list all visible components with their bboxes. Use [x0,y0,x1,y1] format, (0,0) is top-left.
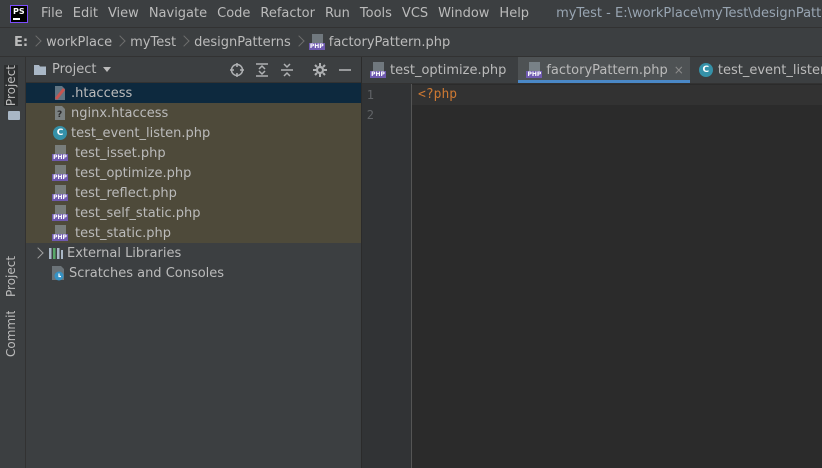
htaccess-icon [54,86,66,100]
php-file-icon: PHP [52,205,68,221]
tree-file-row[interactable]: ? nginx.htaccess [26,103,361,123]
tree-file-label: nginx.htaccess [71,105,169,121]
breadcrumb-drive[interactable]: E: [14,35,28,50]
project-panel-title[interactable]: Project [52,62,96,77]
menu-refactor[interactable]: Refactor [255,0,320,27]
code-line[interactable]: <?php [418,87,457,102]
project-panel-header: Project [26,57,361,83]
tab-factory-pattern[interactable]: PHP factoryPattern.php × [518,57,690,83]
tree-file-row[interactable]: PHP test_optimize.php [26,163,361,183]
breadcrumb-designpatterns[interactable]: designPatterns [194,35,291,50]
tree-file-row[interactable]: PHP test_reflect.php [26,183,361,203]
tree-file-label: test_optimize.php [75,165,192,181]
php-file-icon: PHP [52,165,68,181]
tree-file-row[interactable]: PHP test_isset.php [26,143,361,163]
collapse-all-icon[interactable] [279,62,295,78]
tree-file-label: test_reflect.php [75,185,177,201]
tab-test-event-listen[interactable]: C test_event_listen.php [690,57,822,83]
breadcrumb-separator-icon [180,33,188,51]
php-file-icon: PHP [370,62,386,78]
breadcrumb-file[interactable]: PHP factoryPattern.php [308,34,451,50]
unknown-file-icon: ? [55,106,65,120]
tree-file-label: .htaccess [71,85,133,101]
tree-external-libraries[interactable]: External Libraries [26,243,361,263]
breadcrumb: E: workPlace myTest designPatterns PHP f… [0,28,822,57]
folder-icon [34,65,46,75]
breadcrumb-mytest[interactable]: myTest [130,35,176,50]
tree-root-label: Scratches and Consoles [69,265,225,281]
php-file-icon: PHP [52,225,68,241]
tree-file-label: test_self_static.php [75,205,201,221]
editor-tabs: PHP test_optimize.php PHP factoryPattern… [362,57,822,84]
php-file-icon: PHP [526,62,543,78]
tab-label: factoryPattern.php [546,62,668,78]
current-line-highlight [412,85,822,105]
menu-bar: PS File Edit View Navigate Code Refactor… [0,0,822,28]
project-tree: .htaccess ? nginx.htaccess C test_event_… [26,83,361,283]
locate-icon[interactable] [229,62,245,78]
library-icon [49,248,63,259]
menu-edit[interactable]: Edit [68,0,103,27]
tree-scratches[interactable]: Scratches and Consoles [26,263,361,283]
tree-file-label: test_static.php [75,225,172,241]
tab-test-optimize[interactable]: PHP test_optimize.php [362,57,518,83]
php-file-icon: PHP [52,185,68,201]
phpstorm-logo-icon[interactable]: PS [10,4,28,23]
tree-file-row[interactable]: C test_event_listen.php [26,123,361,143]
scratches-icon [52,266,64,281]
expand-all-icon[interactable] [254,62,270,78]
app-logo-text: PS [13,6,25,16]
editor-gutter: 1 2 [362,84,412,468]
project-tool-tab[interactable]: Project [4,65,18,107]
class-icon: C [52,125,68,141]
tree-file-label: test_isset.php [75,145,166,161]
chevron-down-icon[interactable] [103,67,112,72]
gear-icon[interactable] [312,62,328,78]
line-number: 1 [366,88,374,102]
menu-vcs[interactable]: VCS [397,0,433,27]
tree-root-label: External Libraries [67,245,182,261]
php-file-icon: PHP [52,145,68,161]
folder-icon[interactable] [8,111,20,120]
menu-file[interactable]: File [36,0,68,27]
chevron-right-icon[interactable] [32,247,44,259]
menu-code[interactable]: Code [212,0,255,27]
left-tool-strip: Project Project Commit [0,57,26,468]
menu-run[interactable]: Run [320,0,355,27]
code-editor[interactable]: <?php [412,84,822,468]
tree-file-row[interactable]: .htaccess [26,83,361,103]
tab-label: test_optimize.php [390,62,507,78]
close-icon[interactable]: × [674,63,684,77]
tab-label: test_event_listen.php [717,62,822,78]
project-tool-tab-secondary[interactable]: Project [4,233,18,297]
menu-help[interactable]: Help [494,0,534,27]
breadcrumb-separator-icon [295,33,303,51]
commit-tool-tab[interactable]: Commit [4,311,18,357]
breadcrumb-separator-icon [32,33,40,51]
tree-file-row[interactable]: PHP test_self_static.php [26,203,361,223]
menu-window[interactable]: Window [433,0,494,27]
tree-file-label: test_event_listen.php [71,125,211,141]
breadcrumb-file-label: factoryPattern.php [328,34,451,50]
breadcrumb-separator-icon [116,33,124,51]
line-number: 2 [366,108,374,122]
php-file-icon: PHP [308,34,325,50]
menu-navigate[interactable]: Navigate [144,0,212,27]
menu-view[interactable]: View [103,0,144,27]
project-panel: Project .htaccess ? nginx.htaccess C tes… [26,57,362,468]
window-title: myTest - E:\workPlace\myTest\designPatte… [556,6,822,21]
breadcrumb-workplace[interactable]: workPlace [46,35,112,50]
menu-tools[interactable]: Tools [355,0,397,27]
class-icon: C [698,62,714,78]
minimize-icon[interactable] [337,62,353,78]
svg-text:?: ? [57,110,62,120]
tree-file-row[interactable]: PHP test_static.php [26,223,361,243]
